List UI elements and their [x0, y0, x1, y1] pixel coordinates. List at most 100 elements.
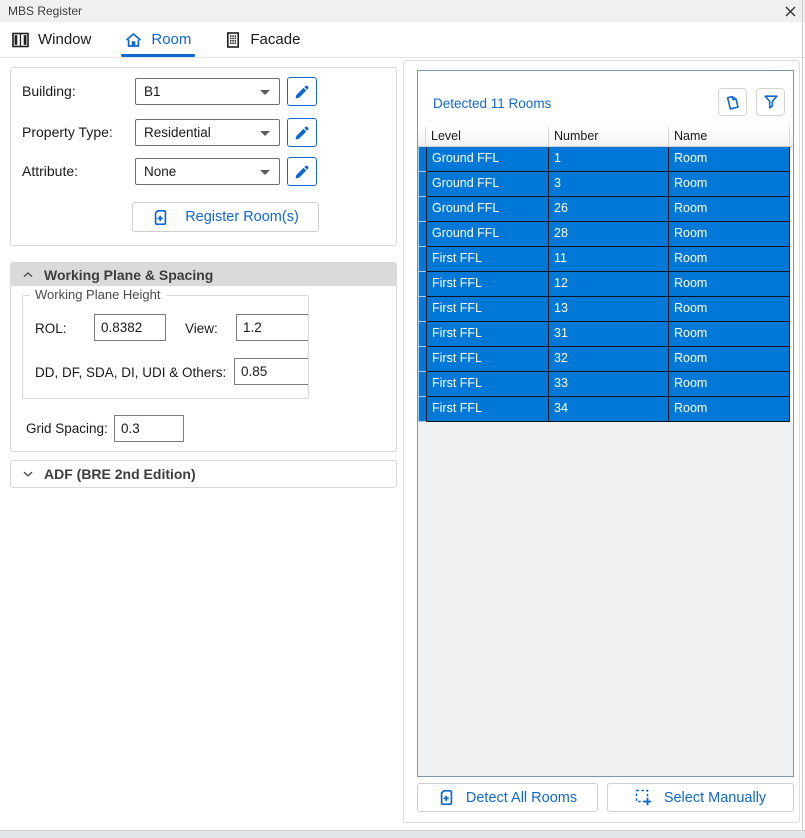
table-cell[interactable]: First FFL [426, 347, 549, 372]
table-row[interactable]: Ground FFL26Room [418, 197, 793, 222]
table-row[interactable]: First FFL13Room [418, 297, 793, 322]
table-cell[interactable]: Room [669, 297, 790, 322]
working-plane-expander-header[interactable]: Working Plane & Spacing [11, 263, 396, 286]
tab-facade[interactable]: Facade [221, 22, 304, 57]
table-cell[interactable]: First FFL [426, 322, 549, 347]
row-selector-gutter[interactable] [418, 272, 426, 297]
detect-all-rooms-button[interactable]: Detect All Rooms [417, 783, 598, 812]
table-cell[interactable]: Room [669, 372, 790, 397]
table-row[interactable]: First FFL34Room [418, 397, 793, 422]
table-cell[interactable]: Ground FFL [426, 197, 549, 222]
column-header-level[interactable]: Level [426, 127, 549, 146]
table-cell[interactable]: 11 [549, 247, 669, 272]
tab-window-label: Window [38, 31, 91, 48]
select-manually-button[interactable]: Select Manually [607, 783, 794, 812]
edit-attribute-button[interactable] [287, 157, 317, 186]
table-cell[interactable]: 13 [549, 297, 669, 322]
edit-building-button[interactable] [287, 77, 317, 106]
tab-window[interactable]: Window [8, 22, 95, 57]
row-selector-gutter[interactable] [418, 247, 426, 272]
close-button[interactable] [783, 4, 798, 19]
table-row[interactable]: First FFL31Room [418, 322, 793, 347]
funnel-icon [763, 94, 779, 110]
window-bottom-edge [0, 830, 805, 838]
grid-spacing-input[interactable] [114, 415, 184, 442]
table-row[interactable]: Ground FFL1Room [418, 147, 793, 172]
table-cell[interactable]: Ground FFL [426, 147, 549, 172]
view-label: View: [185, 315, 218, 342]
column-header-name[interactable]: Name [669, 127, 790, 146]
register-rooms-button[interactable]: Register Room(s) [132, 202, 319, 232]
table-cell[interactable]: Ground FFL [426, 222, 549, 247]
window-icon [12, 32, 29, 48]
row-selector-gutter[interactable] [418, 322, 426, 347]
table-row[interactable]: Ground FFL28Room [418, 222, 793, 247]
table-cell[interactable]: 32 [549, 347, 669, 372]
filter-button[interactable] [756, 88, 785, 116]
table-cell[interactable]: Room [669, 272, 790, 297]
tab-room[interactable]: Room [121, 22, 195, 57]
row-selector-gutter[interactable] [418, 372, 426, 397]
dd-df-sda-label: DD, DF, SDA, DI, UDI & Others: [35, 359, 226, 386]
table-cell[interactable]: First FFL [426, 372, 549, 397]
window-right-border [802, 0, 803, 838]
row-selector-gutter[interactable] [418, 147, 426, 172]
table-cell[interactable]: Room [669, 322, 790, 347]
table-cell[interactable]: 31 [549, 322, 669, 347]
row-selector-gutter[interactable] [418, 397, 426, 422]
row-selector-gutter[interactable] [418, 172, 426, 197]
page-button[interactable] [718, 88, 747, 116]
attribute-select[interactable]: None [135, 158, 280, 185]
table-cell[interactable]: 26 [549, 197, 669, 222]
row-selector-gutter[interactable] [418, 197, 426, 222]
table-cell[interactable]: Room [669, 197, 790, 222]
attribute-label: Attribute: [22, 158, 78, 185]
table-cell[interactable]: Room [669, 147, 790, 172]
table-cell[interactable]: 33 [549, 372, 669, 397]
table-cell[interactable]: Room [669, 247, 790, 272]
table-row[interactable]: First FFL11Room [418, 247, 793, 272]
building-select[interactable]: B1 [135, 78, 280, 105]
table-cell[interactable]: Room [669, 397, 790, 422]
chevron-down-icon [260, 131, 270, 136]
working-plane-section: Working Plane & Spacing Working Plane He… [10, 262, 397, 452]
dd-df-sda-input[interactable] [234, 358, 309, 385]
tab-bar: Window Room Facade [0, 22, 805, 58]
room-registration-panel: Building: B1 Property Type: Residential … [10, 67, 397, 246]
table-row[interactable]: Ground FFL3Room [418, 172, 793, 197]
column-header-number[interactable]: Number [549, 127, 669, 146]
table-cell[interactable]: 3 [549, 172, 669, 197]
attribute-select-value: None [144, 164, 176, 179]
table-cell[interactable]: Room [669, 172, 790, 197]
rol-input[interactable] [94, 314, 166, 341]
table-cell[interactable]: First FFL [426, 297, 549, 322]
row-selector-gutter[interactable] [418, 222, 426, 247]
table-cell[interactable]: Room [669, 222, 790, 247]
chevron-up-icon [23, 272, 33, 278]
edit-property-type-button[interactable] [287, 118, 317, 147]
tab-room-label: Room [151, 31, 191, 48]
adf-expander-header[interactable]: ADF (BRE 2nd Edition) [10, 460, 397, 488]
table-cell[interactable]: 12 [549, 272, 669, 297]
table-cell[interactable]: First FFL [426, 272, 549, 297]
view-input[interactable] [236, 314, 309, 341]
row-selector-gutter[interactable] [418, 297, 426, 322]
table-cell[interactable]: Room [669, 347, 790, 372]
table-row[interactable]: First FFL33Room [418, 372, 793, 397]
table-cell[interactable]: 34 [549, 397, 669, 422]
table-cell[interactable]: 1 [549, 147, 669, 172]
row-selector-gutter[interactable] [418, 347, 426, 372]
table-row[interactable]: First FFL32Room [418, 347, 793, 372]
table-cell[interactable]: First FFL [426, 247, 549, 272]
title-bar: MBS Register [0, 0, 805, 22]
table-cell[interactable]: 28 [549, 222, 669, 247]
property-type-label: Property Type: [22, 119, 113, 146]
tilted-page-icon [724, 94, 741, 111]
table-cell[interactable]: First FFL [426, 397, 549, 422]
adf-title: ADF (BRE 2nd Edition) [44, 466, 196, 482]
table-row[interactable]: First FFL12Room [418, 272, 793, 297]
table-cell[interactable]: Ground FFL [426, 172, 549, 197]
working-plane-height-legend: Working Plane Height [30, 287, 166, 302]
property-type-select[interactable]: Residential [135, 119, 280, 146]
rooms-list-container: Detected 11 Rooms Level Number Name [417, 70, 794, 777]
